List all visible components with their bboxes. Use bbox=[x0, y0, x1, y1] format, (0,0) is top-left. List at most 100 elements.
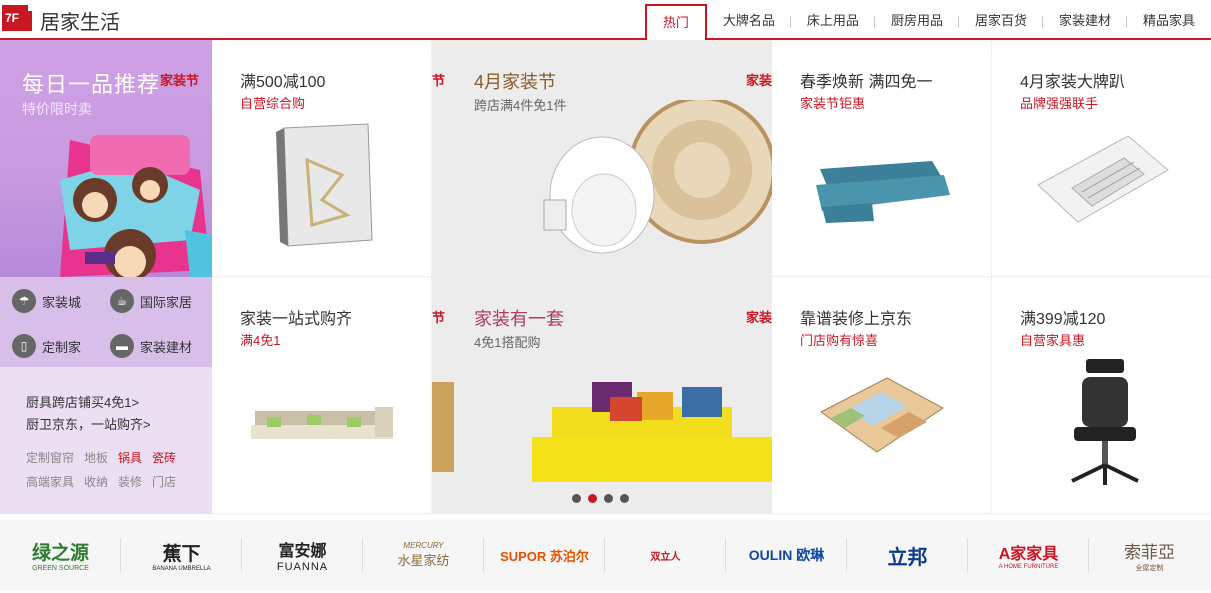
quick-link-label: 定制家 bbox=[42, 339, 82, 355]
brand-fuanna[interactable]: 富安娜 FUANNA bbox=[242, 520, 363, 590]
tag-decoration[interactable]: 装修 bbox=[118, 475, 142, 489]
brand-name: SUPOR 苏泊尔 bbox=[500, 548, 589, 564]
brand-supor[interactable]: SUPOR 苏泊尔 bbox=[484, 520, 605, 590]
brand-sub: MERCURY bbox=[403, 541, 444, 550]
product-cell-office-chair[interactable]: 满399减120 自营家具惠 bbox=[992, 277, 1211, 514]
brand-zwilling[interactable]: 双立人 bbox=[605, 520, 726, 590]
carousel-slide-1[interactable]: 节 4月家装节 跨店满4件免1件 家装 bbox=[432, 40, 772, 277]
tab-building-materials[interactable]: 家装建材 bbox=[1043, 4, 1127, 40]
office-chair-image bbox=[1071, 359, 1139, 485]
brand-green-source[interactable]: 绿之源 GREEN SOURCE bbox=[0, 520, 121, 590]
cell-title: 春季焕新 满四免一 bbox=[800, 74, 933, 91]
promo-carousel[interactable]: 节 4月家装节 跨店满4件免1件 家装 节 家装有一套 4免1搭配购 家装 bbox=[432, 40, 772, 514]
brand-name: 水星家纺 bbox=[397, 553, 450, 568]
brand-name: 绿之源 bbox=[31, 543, 89, 564]
floor-title: 居家生活 bbox=[40, 12, 120, 34]
tab-furniture[interactable]: 精品家具 bbox=[1127, 4, 1211, 40]
tag-storage[interactable]: 收纳 bbox=[84, 475, 108, 489]
quick-link-label: 家装城 bbox=[42, 294, 82, 310]
brand-name: OULIN 欧琳 bbox=[748, 547, 825, 563]
floor-header: 7F 居家生活 热门 大牌名品 床上用品 厨房用品 居家百货 家装建材 精品家具 bbox=[0, 0, 1211, 42]
carousel-dot-2[interactable] bbox=[588, 494, 597, 503]
slide-tag-right: 家装 bbox=[745, 310, 772, 325]
tab-bedding[interactable]: 床上用品 bbox=[791, 4, 875, 40]
brand-a-home[interactable]: A家家具 A HOME FURNITURE bbox=[968, 520, 1089, 590]
product-cell-ceiling-heater[interactable]: 4月家装大牌趴 品牌强强联手 bbox=[992, 40, 1211, 277]
floor-7f: 7F 居家生活 热门 大牌名品 床上用品 厨房用品 居家百货 家装建材 精品家具 bbox=[0, 0, 1211, 593]
brand-logo: A家家具 A HOME FURNITURE bbox=[999, 540, 1059, 570]
floor-tabs: 热门 大牌名品 床上用品 厨房用品 居家百货 家装建材 精品家具 bbox=[644, 4, 1211, 42]
brand-oulin[interactable]: OULIN 欧琳 bbox=[726, 520, 847, 590]
tag-flooring[interactable]: 地板 bbox=[84, 451, 108, 465]
quick-link-home-city[interactable]: ☂ 家装城 bbox=[12, 289, 81, 313]
tag-stores[interactable]: 门店 bbox=[152, 475, 176, 489]
cell-subtitle: 家装节钜惠 bbox=[800, 96, 866, 111]
left-promo-panel: 每日一品推荐 家装节 特价限时卖 ☂ 家装城 ☕ 国际家居 ▯ 定制家 ▬ 家装… bbox=[0, 40, 212, 514]
cell-title: 4月家装大牌趴 bbox=[1020, 74, 1125, 91]
tab-brands[interactable]: 大牌名品 bbox=[707, 4, 791, 40]
brand-banana-umbrella[interactable]: 蕉下 BANANA UMBRELLA bbox=[121, 520, 242, 590]
sofa-icon: ▬ bbox=[110, 334, 134, 358]
floorplan-image bbox=[820, 377, 944, 453]
brand-logo: MERCURY 水星家纺 bbox=[397, 541, 449, 569]
mattress-image bbox=[276, 123, 373, 247]
tab-kitchen[interactable]: 厨房用品 bbox=[875, 4, 959, 40]
brand-sub: 全屋定制 bbox=[1135, 564, 1164, 572]
brand-name: 蕉下 bbox=[162, 543, 201, 565]
tag-premium-furniture[interactable]: 高端家具 bbox=[26, 475, 74, 489]
daily-pick-title: 每日一品推荐 bbox=[22, 72, 161, 97]
slide-tag-left: 节 bbox=[432, 310, 446, 325]
tab-home-goods[interactable]: 居家百货 bbox=[959, 4, 1043, 40]
brand-logo: 蕉下 BANANA UMBRELLA bbox=[152, 539, 210, 572]
cup-icon: ☕ bbox=[110, 289, 134, 313]
tag-cookware[interactable]: 锅具 bbox=[118, 451, 142, 465]
category-tags: 定制窗帘 地板 锅具 瓷砖 高端家具 收纳 装修 门店 bbox=[26, 446, 206, 494]
slide-subtitle: 4免1搭配购 bbox=[474, 335, 541, 350]
cell-subtitle: 门店购有惊喜 bbox=[800, 333, 879, 348]
toilet-seat-image bbox=[543, 100, 772, 254]
carousel-dot-1[interactable] bbox=[572, 494, 581, 503]
brand-name: 双立人 bbox=[650, 551, 681, 563]
quick-link-label: 家装建材 bbox=[140, 339, 193, 355]
brand-logo: 索菲亞 全屋定制 bbox=[1124, 538, 1175, 573]
cell-subtitle: 自营综合购 bbox=[240, 96, 306, 111]
brand-sub: FUANNA bbox=[276, 561, 329, 573]
promo-links: 厨具跨店铺买4免1> 厨卫京东，一站购齐> bbox=[26, 392, 151, 436]
kitchen-promo-link[interactable]: 厨具跨店铺买4免1> bbox=[26, 392, 151, 414]
wardrobe-icon: ▯ bbox=[12, 334, 36, 358]
quick-link-custom[interactable]: ▯ 定制家 bbox=[12, 334, 81, 358]
carousel-dots bbox=[572, 494, 636, 503]
quick-links: ☂ 家装城 ☕ 国际家居 ▯ 定制家 ▬ 家装建材 bbox=[0, 277, 212, 367]
floor-badge: 7F bbox=[2, 3, 36, 31]
daily-pick-banner[interactable]: 每日一品推荐 家装节 特价限时卖 bbox=[0, 40, 212, 277]
floor-number: 7F bbox=[5, 11, 20, 25]
brand-nippon[interactable]: 立邦 bbox=[847, 520, 968, 590]
carousel-dot-3[interactable] bbox=[604, 494, 613, 503]
badge-corner bbox=[28, 3, 36, 11]
tag-tiles[interactable]: 瓷砖 bbox=[152, 451, 176, 465]
slide-tag-right: 家装 bbox=[745, 73, 772, 88]
brand-mercury[interactable]: MERCURY 水星家纺 bbox=[363, 520, 484, 590]
carousel-slide-2[interactable]: 节 家装有一套 4免1搭配购 家装 bbox=[432, 277, 772, 514]
product-cell-sofa[interactable]: 家装一站式购齐 满4免1 bbox=[212, 277, 432, 514]
carousel-dot-4[interactable] bbox=[620, 494, 629, 503]
tag-curtains[interactable]: 定制窗帘 bbox=[26, 451, 74, 465]
daily-pick-subtitle: 特价限时卖 bbox=[22, 101, 92, 117]
quick-link-label: 国际家居 bbox=[140, 294, 193, 310]
quick-link-international[interactable]: ☕ 国际家居 bbox=[110, 289, 192, 313]
product-cell-blue-sofa[interactable]: 春季焕新 满四免一 家装节钜惠 bbox=[772, 40, 992, 277]
ceiling-heater-image bbox=[1037, 135, 1169, 223]
product-cell-floorplan[interactable]: 靠谱装修上京东 门店购有惊喜 bbox=[772, 277, 992, 514]
blue-sofa-image bbox=[816, 161, 950, 223]
yellow-sofa-image bbox=[432, 382, 772, 482]
quick-link-materials[interactable]: ▬ 家装建材 bbox=[110, 334, 192, 358]
brand-logo: 绿之源 GREEN SOURCE bbox=[32, 538, 89, 572]
slide-title: 4月家装节 bbox=[474, 72, 557, 92]
tab-hot[interactable]: 热门 bbox=[644, 4, 707, 42]
brand-name: 索菲亞 bbox=[1124, 542, 1175, 562]
bathroom-promo-link[interactable]: 厨卫京东，一站购齐> bbox=[26, 414, 151, 436]
brand-sogal[interactable]: 索菲亞 全屋定制 bbox=[1089, 520, 1210, 590]
brand-sub: A HOME FURNITURE bbox=[998, 564, 1059, 570]
product-cell-mattress[interactable]: 满500减100 自营综合购 bbox=[212, 40, 432, 277]
brand-name: 富安娜 bbox=[278, 543, 327, 560]
